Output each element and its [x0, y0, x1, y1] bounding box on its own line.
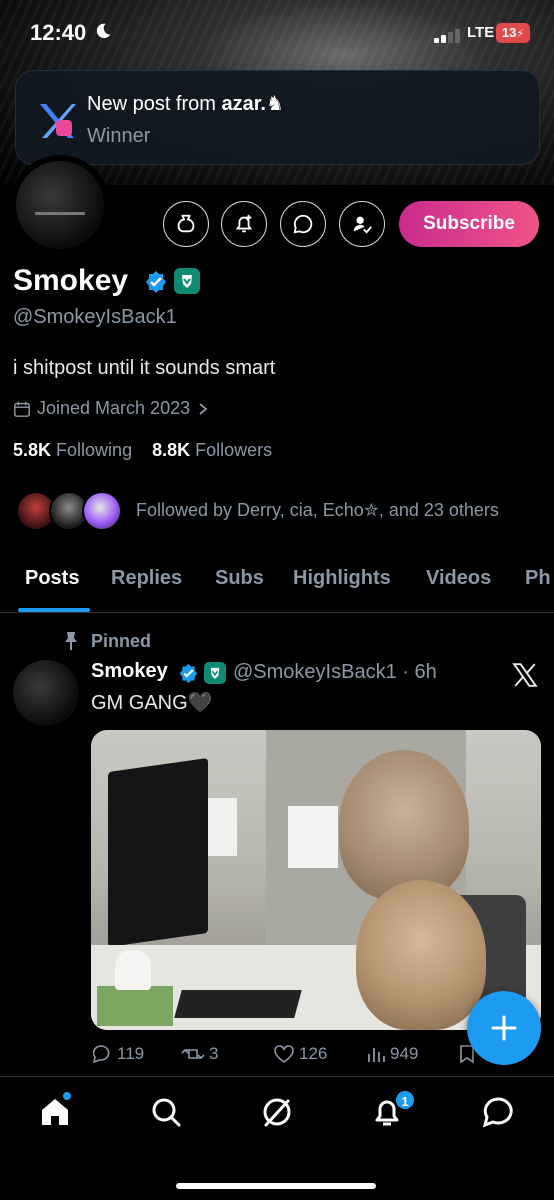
message-button[interactable] [280, 201, 326, 247]
like-button[interactable]: 126 [273, 1044, 327, 1064]
tab-subs[interactable]: Subs [215, 567, 264, 590]
notify-button[interactable] [221, 201, 267, 247]
notification-message: Winner [87, 125, 151, 147]
tab-posts[interactable]: Posts [25, 567, 79, 590]
post-text: GM GANG🖤 [91, 692, 213, 714]
battery-level: 13 [501, 25, 517, 40]
followers-link[interactable]: 8.8K Followers [152, 440, 272, 460]
home-indicator[interactable] [176, 1183, 376, 1189]
plus-icon [491, 1015, 517, 1041]
user-check-icon [353, 216, 372, 234]
search-icon[interactable] [149, 1095, 183, 1134]
following-link[interactable]: 5.8K Following [13, 440, 132, 460]
tip-button[interactable] [163, 201, 209, 247]
status-time: 12:40 [30, 20, 87, 45]
post-author-avatar[interactable] [13, 660, 79, 726]
compose-button[interactable] [467, 991, 541, 1065]
pinned-label: Pinned [91, 631, 152, 651]
verified-badge-icon [144, 270, 168, 294]
tab-highlights[interactable]: Highlights [293, 567, 391, 590]
followed-by-text[interactable]: Followed by Derry, cia, Echo✮, and 23 ot… [136, 500, 499, 521]
home-icon[interactable] [38, 1095, 72, 1134]
messages-icon[interactable] [481, 1095, 515, 1134]
network-type: LTE [467, 24, 495, 41]
repost-button[interactable]: 3 [181, 1044, 218, 1064]
subscribe-button[interactable]: Subscribe [399, 201, 539, 247]
post-author-name[interactable]: Smokey [91, 660, 168, 683]
divider [0, 1076, 554, 1077]
profile-avatar[interactable] [10, 155, 110, 255]
push-notification[interactable]: New post from azar.♞ Winner [15, 70, 540, 165]
following-button[interactable] [339, 201, 385, 247]
follower-avatar[interactable] [82, 491, 122, 531]
chevron-right-icon [199, 402, 208, 415]
views-button[interactable]: 949 [366, 1044, 418, 1064]
reply-button[interactable]: 119 [91, 1044, 144, 1064]
post-handle-time: @SmokeyIsBack1 · 6h [233, 661, 437, 683]
notifications-badge: 1 [394, 1089, 416, 1111]
tab-videos[interactable]: Videos [426, 567, 491, 590]
signal-icon [434, 27, 464, 43]
battery-indicator: 13⚡ [496, 23, 530, 43]
repost-icon [181, 1048, 205, 1060]
money-bag-icon [177, 214, 195, 233]
moon-icon [94, 22, 112, 40]
tab-replies[interactable]: Replies [111, 567, 182, 590]
tab-photos[interactable]: Ph [525, 567, 551, 590]
divider [0, 612, 554, 613]
affiliate-badge-icon [204, 662, 226, 684]
reply-icon [92, 1045, 110, 1064]
x-app-icon [34, 98, 78, 142]
grok-icon[interactable] [260, 1095, 294, 1134]
joined-date[interactable]: Joined March 2023 [13, 398, 210, 419]
verified-badge-icon [178, 663, 199, 684]
home-unread-dot [63, 1092, 71, 1100]
follow-stats: 5.8K Following 8.8K Followers [13, 440, 272, 461]
profile-handle: @SmokeyIsBack1 [13, 306, 177, 328]
affiliate-badge-icon [174, 268, 200, 294]
chat-icon [293, 214, 313, 234]
views-icon [368, 1048, 385, 1062]
bell-plus-icon [235, 214, 253, 233]
x-logo-icon[interactable] [512, 662, 538, 688]
pin-icon [62, 631, 80, 651]
profile-bio: i shitpost until it sounds smart [13, 357, 276, 379]
heart-icon [274, 1045, 294, 1063]
profile-name: Smokey [13, 264, 129, 297]
calendar-icon [14, 401, 30, 417]
post-image[interactable] [91, 730, 541, 1030]
notification-title: New post from azar.♞ [87, 93, 284, 115]
notification-author: azar.♞ [221, 93, 284, 115]
